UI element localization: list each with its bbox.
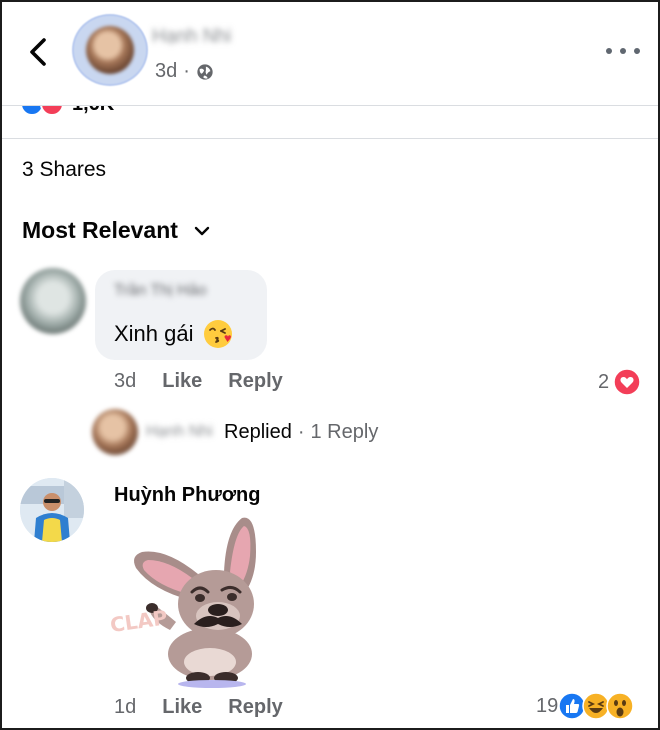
- more-options-button[interactable]: [606, 38, 640, 64]
- like-button[interactable]: Like: [162, 370, 202, 393]
- commenter-avatar[interactable]: [20, 478, 84, 542]
- like-button[interactable]: Like: [162, 696, 202, 719]
- comment-reactions[interactable]: 2: [598, 368, 641, 396]
- chevron-left-icon: [30, 38, 46, 66]
- back-button[interactable]: [20, 32, 56, 72]
- svg-text:CLAP: CLAP: [109, 605, 169, 637]
- author-avatar[interactable]: [74, 16, 146, 84]
- comment-text-content: Xinh gái: [114, 321, 194, 346]
- more-dot: [606, 48, 612, 54]
- comment-time: 3d: [114, 370, 137, 392]
- more-dot: [634, 48, 640, 54]
- replied-label: Replied: [224, 420, 292, 443]
- profile-photo: [20, 478, 84, 542]
- reply-button[interactable]: Reply: [228, 370, 282, 393]
- comment-reaction-count: 2: [598, 370, 610, 393]
- meta-separator: ·: [183, 60, 190, 82]
- dog-clapping-sticker[interactable]: CLAP: [106, 512, 276, 688]
- love-reaction-icon: [613, 368, 641, 396]
- sort-dropdown[interactable]: Most Relevant: [22, 217, 210, 244]
- commenter-avatar[interactable]: [20, 268, 86, 334]
- author-name[interactable]: Hạnh Nhi: [152, 26, 242, 48]
- comment-time: 1d: [114, 696, 137, 718]
- face-blowing-kiss-emoji: [203, 320, 232, 348]
- more-dot: [620, 48, 626, 54]
- reply-author-name: Hạnh Nhi: [146, 423, 213, 440]
- comment-reaction-count: 19: [536, 694, 559, 717]
- post-comments-screen: Hạnh Nhi 3d · 1,6K 3 Shares Most Relevan…: [0, 0, 660, 730]
- comment-reactions[interactable]: 19: [536, 692, 634, 720]
- reply-author-avatar: [92, 409, 138, 455]
- shares-count[interactable]: 3 Shares: [22, 158, 106, 182]
- comment-actions: 1d Like Reply: [114, 696, 283, 719]
- view-replies-link[interactable]: Hạnh Nhi Replied · 1 Reply: [92, 409, 379, 455]
- reply-separator: ·: [297, 420, 305, 443]
- post-header: Hạnh Nhi 3d ·: [2, 2, 658, 106]
- reply-count: 1 Reply: [310, 420, 379, 443]
- comment-text: Xinh gái: [114, 318, 234, 350]
- sort-label: Most Relevant: [22, 217, 178, 243]
- comment-author[interactable]: Huỳnh Phương: [114, 484, 260, 507]
- chevron-down-icon: [194, 226, 210, 235]
- divider: [2, 138, 658, 139]
- globe-icon: [197, 63, 213, 80]
- comment-author[interactable]: Trần Thị Hảo: [114, 282, 206, 300]
- post-meta: 3d ·: [155, 60, 214, 83]
- reply-button[interactable]: Reply: [228, 696, 282, 719]
- sticker-image: CLAP: [109, 517, 256, 688]
- comment-actions: 3d Like Reply: [114, 370, 283, 393]
- post-time[interactable]: 3d: [155, 60, 177, 83]
- wow-reaction-icon: [606, 692, 634, 720]
